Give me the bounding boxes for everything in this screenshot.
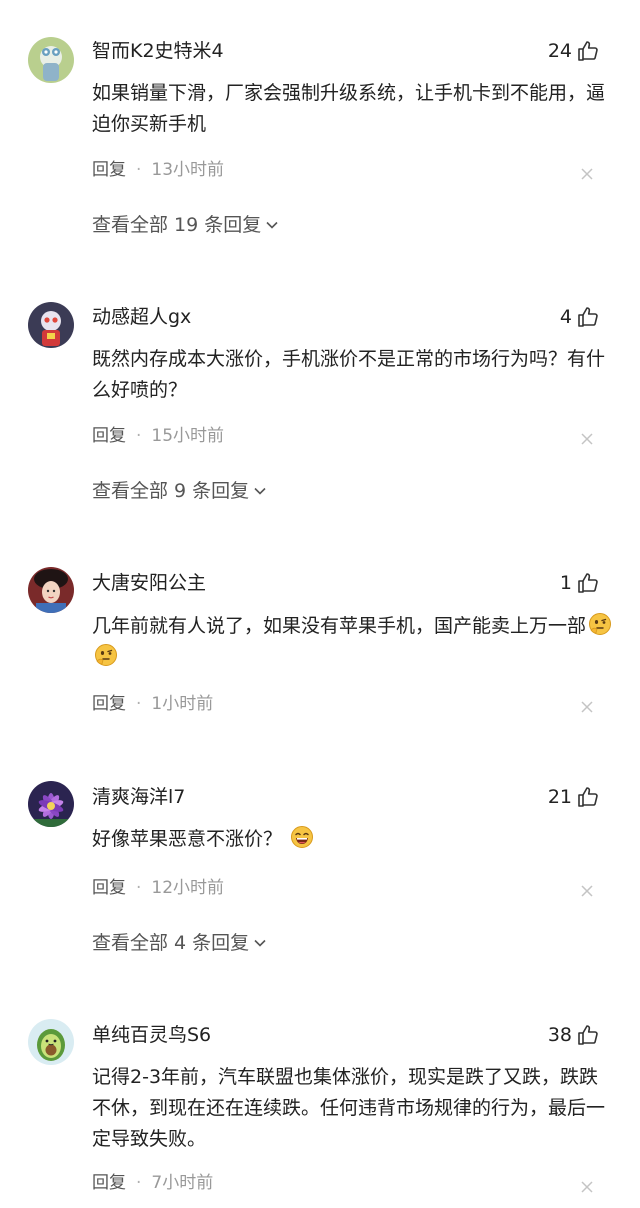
- like-count: 4: [559, 306, 572, 328]
- comment-meta: 回复 · 1小时前: [92, 692, 213, 716]
- reply-button[interactable]: 回复: [92, 692, 126, 716]
- avatar[interactable]: [28, 37, 74, 83]
- close-icon[interactable]: [580, 1180, 594, 1194]
- thinking-emoji: [94, 643, 118, 667]
- comment-text-body: 几年前就有人说了，如果没有苹果手机，国产能卖上万一部: [92, 615, 587, 637]
- thumb-up-icon[interactable]: [576, 39, 600, 63]
- chevron-down-icon: [265, 218, 279, 232]
- view-replies-button[interactable]: 查看全部 19 条回复: [92, 212, 279, 238]
- view-replies-label: 查看全部 4 条回复: [92, 932, 250, 954]
- like-button[interactable]: 24: [548, 38, 600, 64]
- avatar[interactable]: [28, 1019, 74, 1065]
- comment-meta: 回复 · 15小时前: [92, 424, 224, 448]
- timestamp: 12小时前: [151, 878, 225, 898]
- comment-meta: 回复 · 12小时前: [92, 876, 224, 900]
- username[interactable]: 清爽海洋l7: [92, 784, 185, 810]
- comment-meta: 回复 · 13小时前: [92, 158, 224, 182]
- view-replies-button[interactable]: 查看全部 4 条回复: [92, 930, 267, 956]
- avatar[interactable]: [28, 567, 74, 613]
- reply-button[interactable]: 回复: [92, 876, 126, 900]
- timestamp: 7小时前: [151, 1173, 214, 1193]
- like-count: 21: [547, 786, 572, 808]
- thumb-up-icon[interactable]: [576, 305, 600, 329]
- separator: ·: [136, 694, 142, 714]
- avatar[interactable]: [28, 781, 74, 827]
- chevron-down-icon: [253, 484, 267, 498]
- separator: ·: [136, 160, 142, 180]
- reply-button[interactable]: 回复: [92, 158, 126, 182]
- reply-button[interactable]: 回复: [92, 424, 126, 448]
- close-icon[interactable]: [580, 700, 594, 714]
- like-button[interactable]: 38: [548, 1022, 600, 1048]
- comment-meta: 回复 · 7小时前: [92, 1171, 213, 1195]
- like-count: 38: [547, 1024, 572, 1046]
- thumb-up-icon[interactable]: [576, 571, 600, 595]
- view-replies-label: 查看全部 19 条回复: [92, 214, 262, 236]
- comment-text-body: 好像苹果恶意不涨价？: [92, 828, 283, 850]
- comment-text: 好像苹果恶意不涨价？: [92, 824, 612, 855]
- timestamp: 15小时前: [151, 426, 225, 446]
- close-icon[interactable]: [580, 432, 594, 446]
- chevron-down-icon: [253, 936, 267, 950]
- laughing-emoji: [290, 825, 314, 849]
- timestamp: 1小时前: [151, 694, 214, 714]
- comment-text: 既然内存成本大涨价，手机涨价不是正常的市场行为吗？有什么好喷的？: [92, 348, 606, 401]
- thumb-up-icon[interactable]: [576, 785, 600, 809]
- username[interactable]: 智而K2史特米4: [92, 38, 224, 64]
- thumb-up-icon[interactable]: [576, 1023, 600, 1047]
- separator: ·: [136, 426, 142, 446]
- thinking-emoji: [588, 612, 612, 636]
- username[interactable]: 单纯百灵鸟S6: [92, 1022, 211, 1048]
- reply-button[interactable]: 回复: [92, 1171, 126, 1195]
- view-replies-button[interactable]: 查看全部 9 条回复: [92, 478, 267, 504]
- timestamp: 13小时前: [151, 160, 225, 180]
- username[interactable]: 大唐安阳公主: [92, 570, 206, 596]
- separator: ·: [136, 1173, 142, 1193]
- close-icon[interactable]: [580, 884, 594, 898]
- comment-text: 几年前就有人说了，如果没有苹果手机，国产能卖上万一部: [92, 611, 612, 673]
- avatar[interactable]: [28, 302, 74, 348]
- like-button[interactable]: 21: [548, 784, 600, 810]
- comment-text: 记得2-3年前，汽车联盟也集体涨价，现实是跌了又跌，跌跌不休，到现在还在连续跌。…: [92, 1066, 606, 1150]
- separator: ·: [136, 878, 142, 898]
- username[interactable]: 动感超人gx: [92, 304, 191, 330]
- view-replies-label: 查看全部 9 条回复: [92, 480, 250, 502]
- comment-text: 如果销量下滑，厂家会强制升级系统，让手机卡到不能用，逼迫你买新手机: [92, 82, 606, 135]
- like-button[interactable]: 4: [560, 304, 600, 330]
- like-button[interactable]: 1: [560, 570, 600, 596]
- like-count: 24: [547, 40, 572, 62]
- like-count: 1: [559, 572, 572, 594]
- close-icon[interactable]: [580, 167, 594, 181]
